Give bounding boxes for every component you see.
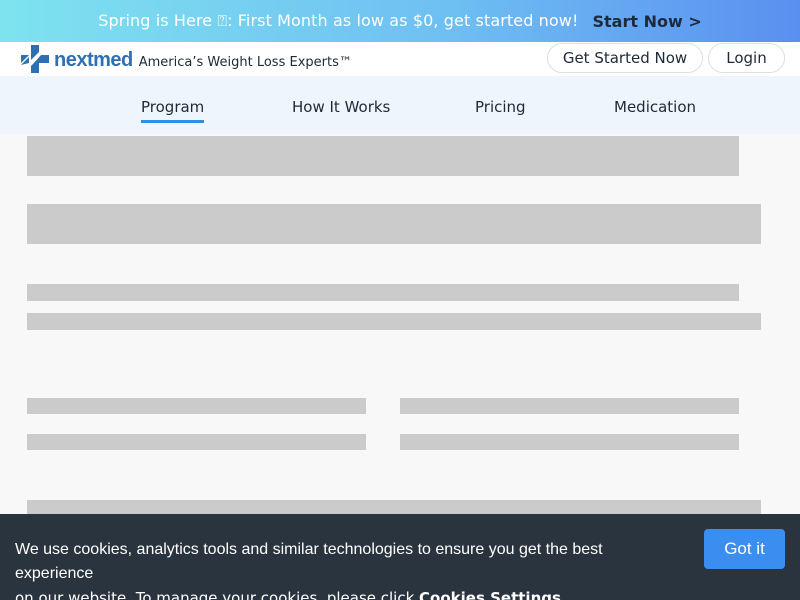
nav-item-how-it-works[interactable]: How It Works xyxy=(292,98,390,120)
promo-text: Spring is Here ⍰: First Month as low as … xyxy=(98,11,579,30)
promo-banner: Spring is Here ⍰: First Month as low as … xyxy=(0,0,800,42)
cookie-message: We use cookies, analytics tools and simi… xyxy=(15,538,685,600)
cookie-text-prefix: on our website. To manage your cookies, … xyxy=(15,589,420,600)
nav-item-medication[interactable]: Medication xyxy=(614,98,696,120)
skeleton-line xyxy=(27,398,366,414)
tagline: America’s Weight Loss Experts™ xyxy=(138,55,352,70)
login-button[interactable]: Login xyxy=(708,43,785,73)
site-header: nextmed America’s Weight Loss Experts™ G… xyxy=(0,42,800,76)
cookie-banner: We use cookies, analytics tools and simi… xyxy=(0,514,800,600)
start-now-link[interactable]: Start Now > xyxy=(593,12,702,31)
skeleton-line xyxy=(27,313,761,330)
nav-item-program[interactable]: Program xyxy=(141,98,205,123)
nextmed-logo-icon xyxy=(20,44,50,74)
skeleton-block xyxy=(27,204,761,244)
skeleton-line xyxy=(27,284,739,301)
header-actions: Get Started Now Login xyxy=(547,43,785,73)
cookies-settings-link[interactable]: Cookies Settings xyxy=(419,589,561,600)
cookie-text-line2: on our website. To manage your cookies, … xyxy=(15,586,685,600)
skeleton-block xyxy=(27,136,739,176)
logo[interactable]: nextmed America’s Weight Loss Experts™ xyxy=(20,44,352,74)
nav-item-pricing[interactable]: Pricing xyxy=(475,98,526,120)
got-it-button[interactable]: Got it xyxy=(704,529,785,569)
logo-wordmark: nextmed xyxy=(54,49,133,71)
cookie-text-line1: We use cookies, analytics tools and simi… xyxy=(15,541,603,582)
skeleton-line xyxy=(400,398,739,414)
get-started-button[interactable]: Get Started Now xyxy=(547,43,703,73)
skeleton-line xyxy=(400,434,739,450)
main-nav: Program How It Works Pricing Medication xyxy=(0,76,800,134)
skeleton-line xyxy=(27,434,366,450)
